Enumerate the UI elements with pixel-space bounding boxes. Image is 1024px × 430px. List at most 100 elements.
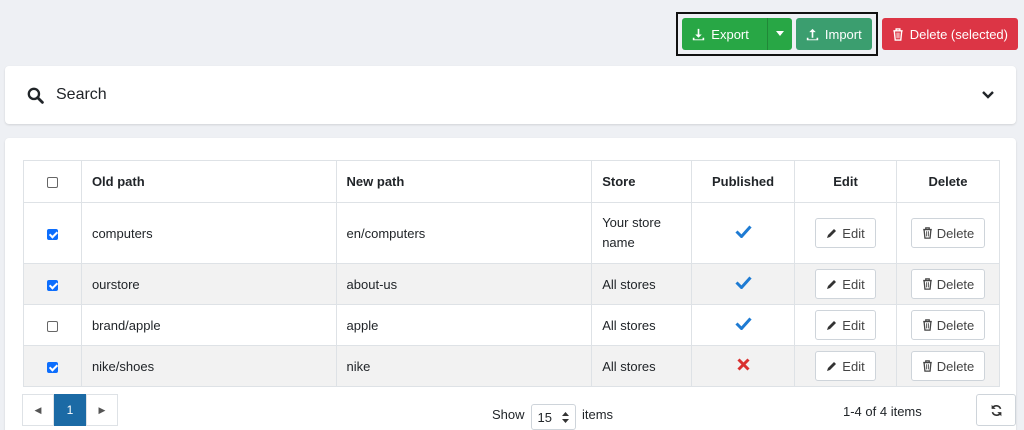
trash-icon [922, 227, 932, 239]
page-size-value: 15 [537, 409, 552, 425]
edit-button[interactable]: Edit [815, 269, 876, 299]
delete-selected-label: Delete (selected) [909, 26, 1008, 42]
export-button[interactable]: Export [682, 18, 767, 50]
row-checkbox[interactable] [46, 361, 58, 373]
pencil-icon [827, 362, 837, 371]
new-path-cell: about-us [335, 263, 593, 305]
store-cell: All stores [591, 304, 693, 346]
trash-icon [922, 360, 932, 372]
upload-icon [806, 28, 819, 40]
published-cell [691, 345, 796, 387]
select-all-header [23, 160, 82, 203]
delete-cell: Delete [895, 202, 1001, 264]
delete-label: Delete [936, 276, 975, 292]
page-button-current[interactable]: 1 [54, 394, 86, 426]
row-select-cell [23, 202, 82, 264]
pencil-icon [827, 229, 837, 238]
published-cell [691, 263, 796, 305]
published-cell [691, 304, 796, 346]
published-cell [691, 202, 796, 264]
select-all-checkbox[interactable] [46, 177, 58, 189]
delete-cell: Delete [895, 304, 1001, 346]
caret-down-icon [775, 31, 784, 36]
edit-cell: Edit [794, 202, 897, 264]
pencil-icon [827, 280, 837, 289]
store-cell: Your store name [591, 202, 693, 264]
row-checkbox[interactable] [46, 279, 58, 291]
page-size-control: Show 15 items [492, 398, 613, 430]
row-select-cell [23, 345, 82, 387]
show-label: Show [492, 406, 525, 422]
delete-button[interactable]: Delete [910, 310, 986, 340]
cross-icon [736, 358, 750, 371]
row-select-cell [23, 263, 82, 305]
export-dropdown-toggle[interactable] [766, 18, 792, 50]
new-path-cell: apple [335, 304, 593, 346]
import-label: Import [824, 26, 862, 42]
header-old-path[interactable]: Old path [80, 160, 337, 203]
items-label: items [582, 406, 614, 422]
search-icon [27, 87, 44, 104]
header-edit: Edit [794, 160, 897, 203]
refresh-icon [991, 404, 1001, 416]
table-row: brand/apple apple All stores Edit Delete [23, 304, 1001, 346]
check-icon [734, 317, 752, 331]
edit-cell: Edit [794, 263, 897, 305]
export-import-group: Export Import [676, 12, 878, 56]
edit-label: Edit [842, 225, 865, 241]
edit-button[interactable]: Edit [815, 351, 876, 381]
export-button-group: Export [682, 18, 792, 50]
trash-icon [922, 319, 932, 331]
store-cell: All stores [591, 263, 693, 305]
delete-button[interactable]: Delete [910, 218, 986, 248]
edit-cell: Edit [794, 304, 897, 346]
search-label: Search [56, 86, 107, 103]
header-published[interactable]: Published [691, 160, 796, 203]
row-select-cell [23, 304, 82, 346]
old-path-cell: computers [80, 202, 337, 264]
edit-cell: Edit [794, 345, 897, 387]
toolbar: Export Import Delete (selected) [676, 12, 1018, 56]
prev-page-button[interactable]: ◀ [22, 394, 54, 426]
sort-arrows-icon [562, 411, 569, 423]
delete-selected-button[interactable]: Delete (selected) [881, 18, 1018, 50]
chevron-down-icon[interactable] [982, 91, 994, 99]
table-row: ourstore about-us All stores Edit Delete [23, 263, 1001, 305]
edit-button[interactable]: Edit [815, 310, 876, 340]
table-row: computers en/computers Your store name E… [23, 202, 1001, 264]
delete-label: Delete [936, 317, 975, 333]
next-page-button[interactable]: ▶ [86, 394, 118, 426]
row-checkbox[interactable] [46, 320, 58, 332]
trash-icon [922, 278, 932, 290]
pencil-icon [827, 321, 837, 330]
header-store[interactable]: Store [591, 160, 693, 203]
import-button[interactable]: Import [795, 18, 872, 50]
table-row: nike/shoes nike All stores Edit Delete [23, 345, 1001, 387]
old-path-cell: ourstore [80, 263, 337, 305]
search-panel[interactable]: Search [5, 66, 1016, 124]
edit-label: Edit [842, 358, 865, 374]
delete-label: Delete [936, 358, 975, 374]
download-icon [693, 28, 705, 40]
url-records-table: Old path New path Store Published Edit D… [23, 160, 1001, 387]
new-path-cell: en/computers [335, 202, 593, 264]
refresh-button[interactable] [976, 394, 1016, 426]
delete-cell: Delete [895, 345, 1001, 387]
edit-button[interactable]: Edit [815, 218, 876, 248]
row-checkbox[interactable] [46, 228, 58, 240]
old-path-cell: nike/shoes [80, 345, 337, 387]
edit-label: Edit [842, 317, 865, 333]
check-icon [734, 225, 752, 239]
delete-button[interactable]: Delete [910, 351, 986, 381]
trash-icon [893, 27, 903, 41]
delete-cell: Delete [895, 263, 1001, 305]
store-cell: All stores [591, 345, 693, 387]
edit-label: Edit [842, 276, 865, 292]
page-size-select[interactable]: 15 [530, 404, 576, 430]
delete-button[interactable]: Delete [910, 269, 986, 299]
old-path-cell: brand/apple [80, 304, 337, 346]
pagination: ◀ 1 ▶ [22, 394, 118, 426]
header-new-path[interactable]: New path [335, 160, 593, 203]
url-records-panel: Old path New path Store Published Edit D… [5, 138, 1016, 430]
items-summary: 1-4 of 4 items [843, 404, 922, 419]
